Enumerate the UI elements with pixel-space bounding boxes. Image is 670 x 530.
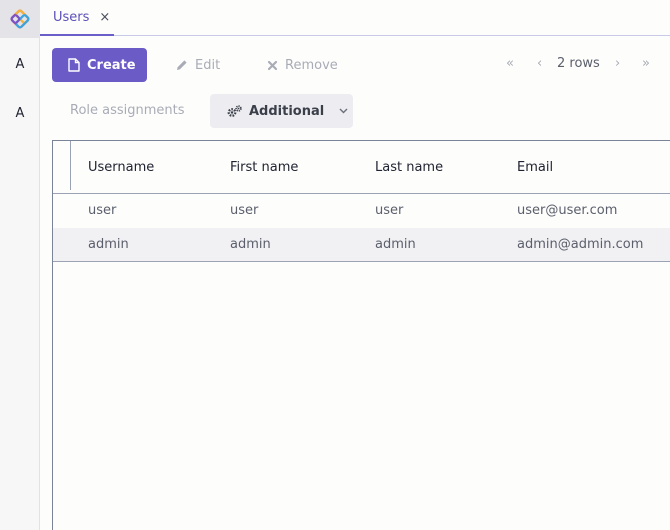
tab-bar: Users × — [40, 0, 670, 36]
cell-first-name: admin — [230, 237, 271, 252]
table-row[interactable]: user user user user@user.com — [53, 194, 670, 228]
cell-username: user — [88, 203, 117, 218]
selection-column-divider — [70, 141, 71, 190]
additional-dropdown[interactable]: Additional — [210, 94, 353, 128]
create-button[interactable]: Create — [52, 48, 147, 82]
prev-page-button[interactable]: ‹ — [537, 56, 542, 71]
additional-label: Additional — [249, 103, 325, 119]
cell-email: user@user.com — [517, 203, 618, 218]
remove-button[interactable]: Remove — [267, 48, 338, 82]
app-logo-icon — [10, 9, 30, 29]
column-header-last-name[interactable]: Last name — [375, 160, 443, 175]
chevron-down-icon — [339, 108, 348, 114]
users-table: Username First name Last name Email user… — [52, 140, 670, 530]
rows-count: 2 rows — [557, 56, 600, 71]
sidebar-item-a1[interactable]: A — [0, 57, 40, 72]
app-logo[interactable] — [0, 0, 40, 38]
role-assignments-button[interactable]: Role assignments — [70, 103, 185, 118]
file-icon — [68, 58, 80, 72]
tab-label: Users — [53, 9, 90, 25]
first-page-button[interactable]: « — [506, 56, 514, 71]
table-row[interactable]: admin admin admin admin@admin.com — [53, 228, 670, 262]
column-header-username[interactable]: Username — [88, 160, 154, 175]
edit-label: Edit — [195, 57, 221, 73]
cell-last-name: admin — [375, 237, 416, 252]
sidebar: A A — [0, 0, 40, 530]
remove-label: Remove — [285, 57, 338, 73]
edit-button[interactable]: Edit — [176, 48, 220, 82]
create-label: Create — [87, 57, 136, 73]
next-page-button[interactable]: › — [615, 56, 620, 71]
cell-email: admin@admin.com — [517, 237, 644, 252]
column-header-email[interactable]: Email — [517, 160, 553, 175]
table-header: Username First name Last name Email — [53, 141, 670, 194]
last-page-button[interactable]: » — [642, 56, 650, 71]
cell-first-name: user — [230, 203, 259, 218]
gears-icon — [227, 104, 242, 117]
sidebar-item-a2[interactable]: A — [0, 106, 40, 121]
cell-last-name: user — [375, 203, 404, 218]
column-header-first-name[interactable]: First name — [230, 160, 298, 175]
close-icon — [267, 60, 278, 70]
tab-users[interactable]: Users × — [40, 0, 114, 36]
close-icon[interactable]: × — [99, 10, 110, 25]
cell-username: admin — [88, 237, 129, 252]
pencil-icon — [177, 60, 187, 70]
